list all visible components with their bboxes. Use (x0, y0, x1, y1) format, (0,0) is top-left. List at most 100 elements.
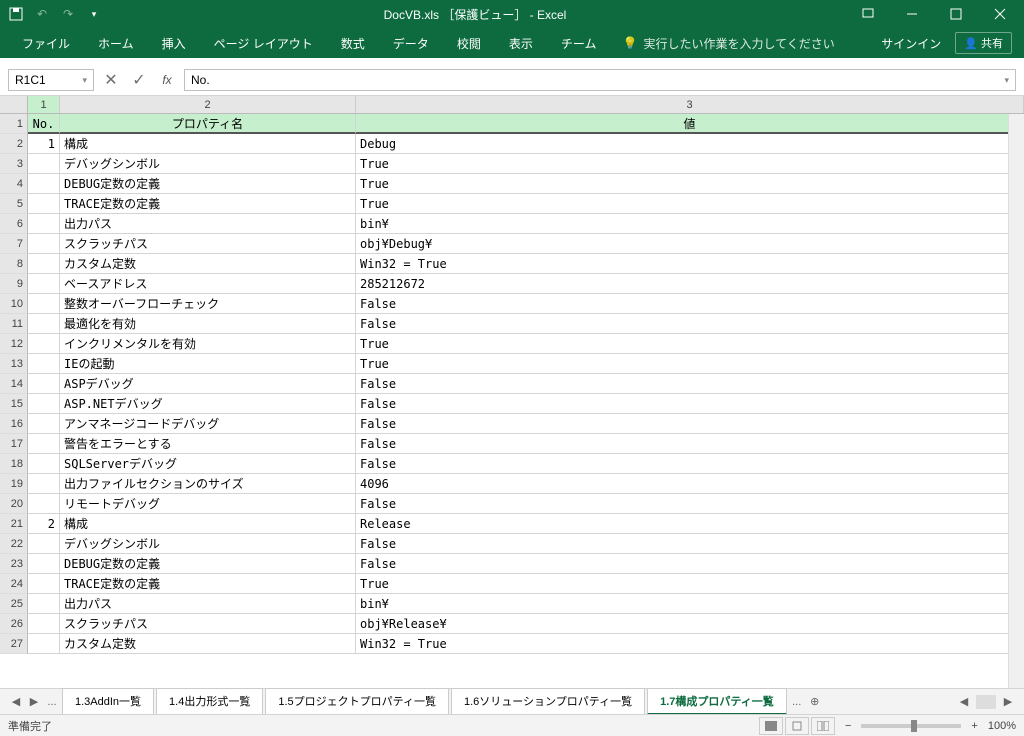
horizontal-scrollbar[interactable] (976, 695, 996, 709)
sheet-tab[interactable]: 1.7構成プロパティ一覧 (647, 688, 787, 715)
qat-customize-icon[interactable]: ▾ (86, 6, 102, 22)
hscroll-right-icon[interactable]: ▶ (1000, 694, 1016, 710)
cell-property[interactable]: インクリメンタルを有効 (60, 334, 356, 354)
header-cell[interactable]: No. (28, 114, 60, 134)
cell-value[interactable]: bin¥ (356, 214, 1024, 234)
cell-no[interactable] (28, 294, 60, 314)
sheet-tab[interactable]: 1.6ソリューションプロパティ一覧 (451, 688, 645, 715)
vertical-scrollbar[interactable] (1008, 114, 1024, 688)
cancel-formula-icon[interactable]: ✕ (100, 69, 122, 91)
row-header[interactable]: 15 (0, 394, 28, 414)
row-header[interactable]: 19 (0, 474, 28, 494)
undo-icon[interactable]: ↶ (34, 6, 50, 22)
row-header[interactable]: 18 (0, 454, 28, 474)
cell-property[interactable]: TRACE定数の定義 (60, 194, 356, 214)
row-header[interactable]: 25 (0, 594, 28, 614)
cell-value[interactable]: True (356, 334, 1024, 354)
formula-input[interactable]: No. ▾ (184, 69, 1016, 91)
cell-no[interactable] (28, 534, 60, 554)
cell-no[interactable] (28, 254, 60, 274)
tell-me-box[interactable]: 💡 実行したい作業を入力してください (622, 35, 834, 52)
cell-no[interactable] (28, 374, 60, 394)
share-button[interactable]: 👤 共有 (955, 32, 1012, 54)
cell-property[interactable]: スクラッチパス (60, 234, 356, 254)
ribbon-tab[interactable]: 挿入 (148, 28, 200, 58)
cell-value[interactable]: True (356, 354, 1024, 374)
cell-property[interactable]: SQLServerデバッグ (60, 454, 356, 474)
cell-no[interactable] (28, 214, 60, 234)
cell-value[interactable]: obj¥Debug¥ (356, 234, 1024, 254)
cell-property[interactable]: 最適化を有効 (60, 314, 356, 334)
row-header[interactable]: 1 (0, 114, 28, 134)
row-header[interactable]: 2 (0, 134, 28, 154)
cell-no[interactable] (28, 314, 60, 334)
ribbon-tab[interactable]: ファイル (8, 28, 84, 58)
cell-property[interactable]: アンマネージコードデバッグ (60, 414, 356, 434)
cell-value[interactable]: Win32 = True (356, 254, 1024, 274)
cell-value[interactable]: Debug (356, 134, 1024, 154)
fx-icon[interactable]: fx (156, 69, 178, 91)
cell-value[interactable]: False (356, 314, 1024, 334)
cell-no[interactable]: 1 (28, 134, 60, 154)
cell-no[interactable] (28, 394, 60, 414)
expand-formula-icon[interactable]: ▾ (1004, 75, 1009, 86)
sheet-tab[interactable]: 1.4出力形式一覧 (156, 688, 263, 715)
tab-ellipsis[interactable]: ... (44, 694, 60, 710)
row-header[interactable]: 27 (0, 634, 28, 654)
cell-property[interactable]: 構成 (60, 514, 356, 534)
cell-no[interactable] (28, 494, 60, 514)
cell-value[interactable]: Release (356, 514, 1024, 534)
cell-property[interactable]: デバッグシンボル (60, 534, 356, 554)
cell-value[interactable]: False (356, 454, 1024, 474)
page-break-view-icon[interactable] (811, 717, 835, 735)
cell-value[interactable]: bin¥ (356, 594, 1024, 614)
cell-property[interactable]: DEBUG定数の定義 (60, 174, 356, 194)
redo-icon[interactable]: ↷ (60, 6, 76, 22)
tab-ellipsis-right[interactable]: ... (789, 694, 805, 710)
row-header[interactable]: 4 (0, 174, 28, 194)
cell-property[interactable]: DEBUG定数の定義 (60, 554, 356, 574)
normal-view-icon[interactable] (759, 717, 783, 735)
cell-no[interactable] (28, 334, 60, 354)
ribbon-tab[interactable]: 数式 (327, 28, 379, 58)
cell-property[interactable]: ASP.NETデバッグ (60, 394, 356, 414)
cell-value[interactable]: False (356, 534, 1024, 554)
ribbon-tab[interactable]: 表示 (495, 28, 547, 58)
cell-no[interactable] (28, 174, 60, 194)
cell-no[interactable] (28, 574, 60, 594)
cell-no[interactable] (28, 594, 60, 614)
accept-formula-icon[interactable]: ✓ (128, 69, 150, 91)
cell-value[interactable]: obj¥Release¥ (356, 614, 1024, 634)
row-header[interactable]: 22 (0, 534, 28, 554)
column-header[interactable]: 3 (356, 96, 1024, 113)
minimize-icon[interactable] (892, 0, 932, 28)
cell-no[interactable] (28, 614, 60, 634)
cell-value[interactable]: False (356, 374, 1024, 394)
row-header[interactable]: 9 (0, 274, 28, 294)
column-header[interactable]: 2 (60, 96, 356, 113)
cell-value[interactable]: True (356, 194, 1024, 214)
cell-value[interactable]: True (356, 574, 1024, 594)
row-header[interactable]: 8 (0, 254, 28, 274)
zoom-slider[interactable] (861, 724, 961, 728)
ribbon-options-icon[interactable] (848, 0, 888, 28)
cell-property[interactable]: カスタム定数 (60, 254, 356, 274)
sheet-tab[interactable]: 1.3AddIn一覧 (62, 688, 154, 715)
header-cell[interactable]: 値 (356, 114, 1024, 134)
cell-value[interactable]: False (356, 414, 1024, 434)
cell-no[interactable] (28, 434, 60, 454)
cell-no[interactable] (28, 474, 60, 494)
cell-no[interactable] (28, 274, 60, 294)
cell-value[interactable]: False (356, 294, 1024, 314)
row-header[interactable]: 7 (0, 234, 28, 254)
signin-link[interactable]: サインイン (881, 35, 941, 52)
cell-value[interactable]: False (356, 434, 1024, 454)
cell-property[interactable]: スクラッチパス (60, 614, 356, 634)
select-all-corner[interactable] (0, 96, 28, 113)
ribbon-tab[interactable]: ページ レイアウト (200, 28, 327, 58)
row-header[interactable]: 6 (0, 214, 28, 234)
ribbon-tab[interactable]: 校閲 (443, 28, 495, 58)
cell-property[interactable]: リモートデバッグ (60, 494, 356, 514)
hscroll-left-icon[interactable]: ◀ (956, 694, 972, 710)
page-layout-view-icon[interactable] (785, 717, 809, 735)
